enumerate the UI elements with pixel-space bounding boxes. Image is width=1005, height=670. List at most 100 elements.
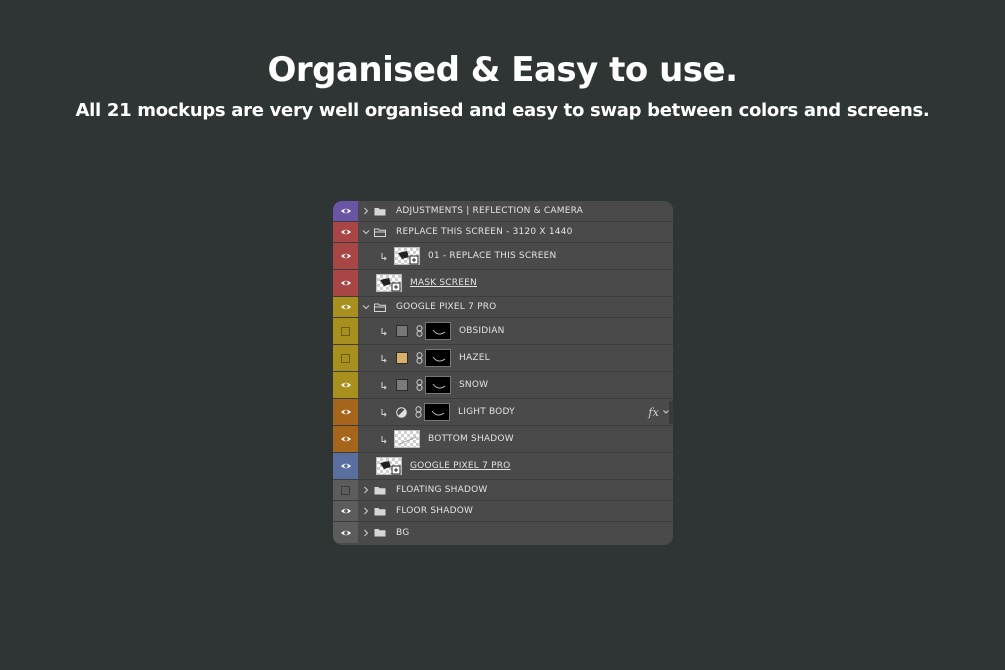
layer-name[interactable]: SNOW (459, 380, 488, 390)
visibility-toggle[interactable] (333, 222, 358, 242)
smart-object-thumbnail (376, 274, 402, 292)
layer-name[interactable]: BG (396, 528, 409, 538)
folder-icon (374, 507, 386, 515)
link-icon (416, 379, 423, 391)
mask-curve-icon (431, 410, 445, 416)
eye-icon[interactable] (340, 527, 352, 539)
chevron-right-icon[interactable] (362, 529, 370, 537)
layer-row[interactable]: BG (333, 522, 673, 543)
page-title: Organised & Easy to use. (267, 50, 738, 90)
visibility-toggle[interactable] (333, 345, 358, 371)
layer-row[interactable]: MASK SCREEN (333, 270, 673, 297)
layer-name[interactable]: FLOATING SHADOW (396, 485, 488, 495)
eye-icon[interactable] (340, 226, 352, 238)
mask-curve-icon (432, 356, 446, 362)
layer-row[interactable]: SNOW (333, 372, 673, 399)
layer-row[interactable]: FLOOR SHADOW (333, 501, 673, 522)
layer-row[interactable]: OBSIDIAN (333, 318, 673, 345)
chevron-right-icon[interactable] (362, 486, 370, 494)
visibility-toggle[interactable] (333, 453, 358, 479)
layer-row[interactable]: HAZEL (333, 345, 673, 372)
chevron-down-icon[interactable] (362, 228, 370, 236)
smart-object-icon (398, 251, 419, 265)
link-icon (416, 325, 423, 337)
visibility-toggle[interactable] (333, 201, 358, 221)
page-subtitle: All 21 mockups are very well organised a… (75, 100, 930, 121)
layer-row[interactable]: ADJUSTMENTS | REFLECTION & CAMERA (333, 201, 673, 222)
visibility-toggle[interactable] (333, 318, 358, 344)
clipping-mask-icon (381, 327, 387, 336)
eye-icon[interactable] (340, 433, 352, 445)
clipping-mask-icon (381, 354, 387, 363)
smart-object-thumbnail (376, 457, 402, 475)
mask-curve-icon (432, 383, 446, 389)
visibility-toggle[interactable] (333, 426, 358, 452)
eye-icon[interactable] (340, 406, 352, 418)
eye-icon[interactable] (340, 379, 352, 391)
layer-name[interactable]: ADJUSTMENTS | REFLECTION & CAMERA (396, 206, 583, 216)
eye-icon[interactable] (340, 250, 352, 262)
link-icon (415, 406, 422, 418)
layer-name[interactable]: REPLACE THIS SCREEN - 3120 X 1440 (396, 227, 573, 237)
folder-open-icon (374, 303, 386, 312)
layer-mask-thumbnail (425, 376, 451, 394)
layer-mask-thumbnail (425, 322, 451, 340)
adjustment-layer-icon (396, 406, 407, 418)
layer-row[interactable]: 01 - REPLACE THIS SCREEN (333, 243, 673, 270)
color-fill-swatch[interactable] (396, 352, 408, 364)
layer-name[interactable]: LIGHT BODY (458, 407, 515, 417)
visibility-toggle[interactable] (333, 297, 358, 317)
eye-icon[interactable] (340, 277, 352, 289)
fx-label[interactable]: fx (648, 406, 659, 419)
eye-icon[interactable] (340, 301, 352, 313)
color-fill-swatch[interactable] (396, 325, 408, 337)
chevron-right-icon[interactable] (362, 207, 370, 215)
layer-row[interactable]: REPLACE THIS SCREEN - 3120 X 1440 (333, 222, 673, 243)
visibility-off-box[interactable] (341, 326, 350, 336)
smart-object-icon (380, 278, 401, 292)
layer-name[interactable]: OBSIDIAN (459, 326, 505, 336)
visibility-off-box[interactable] (341, 485, 350, 495)
visibility-toggle[interactable] (333, 522, 358, 543)
visibility-toggle[interactable] (333, 270, 358, 296)
layer-mask-thumbnail (425, 349, 451, 367)
visibility-toggle[interactable] (333, 243, 358, 269)
chevron-down-icon[interactable] (362, 303, 370, 311)
layer-name[interactable]: MASK SCREEN (410, 278, 477, 288)
visibility-toggle[interactable] (333, 372, 358, 398)
layer-mask-thumbnail (424, 403, 450, 421)
visibility-toggle[interactable] (333, 501, 358, 521)
visibility-toggle[interactable] (333, 480, 358, 500)
layer-row[interactable]: FLOATING SHADOW (333, 480, 673, 501)
layer-name[interactable]: GOOGLE PIXEL 7 PRO (396, 302, 496, 312)
layer-name[interactable]: HAZEL (459, 353, 490, 363)
shadow-stroke-icon (399, 436, 417, 445)
visibility-off-box[interactable] (341, 353, 350, 363)
scrollbar-handle[interactable] (669, 401, 673, 424)
eye-icon[interactable] (340, 505, 352, 517)
folder-open-icon (374, 228, 386, 237)
folder-icon (374, 529, 386, 537)
clipping-mask-icon (381, 252, 387, 261)
layers-panel: ADJUSTMENTS | REFLECTION & CAMERA REPLACE… (333, 201, 673, 545)
clipping-mask-icon (381, 381, 387, 390)
smart-object-icon (380, 461, 401, 475)
color-fill-swatch[interactable] (396, 379, 408, 391)
layer-name[interactable]: FLOOR SHADOW (396, 506, 473, 516)
link-icon (416, 352, 423, 364)
folder-icon (374, 486, 386, 494)
chevron-right-icon[interactable] (362, 507, 370, 515)
layer-name[interactable]: BOTTOM SHADOW (428, 434, 514, 444)
layer-row[interactable]: GOOGLE PIXEL 7 PRO (333, 297, 673, 318)
layer-row[interactable]: BOTTOM SHADOW (333, 426, 673, 453)
layer-name[interactable]: 01 - REPLACE THIS SCREEN (428, 251, 557, 261)
eye-icon[interactable] (340, 205, 352, 217)
visibility-toggle[interactable] (333, 399, 358, 425)
clipping-mask-icon (381, 435, 387, 444)
layer-name[interactable]: GOOGLE PIXEL 7 PRO (410, 461, 510, 471)
eye-icon[interactable] (340, 460, 352, 472)
layer-thumbnail (394, 430, 420, 448)
layer-row[interactable]: LIGHT BODY fx (333, 399, 673, 426)
mask-curve-icon (432, 329, 446, 335)
layer-row[interactable]: GOOGLE PIXEL 7 PRO (333, 453, 673, 480)
